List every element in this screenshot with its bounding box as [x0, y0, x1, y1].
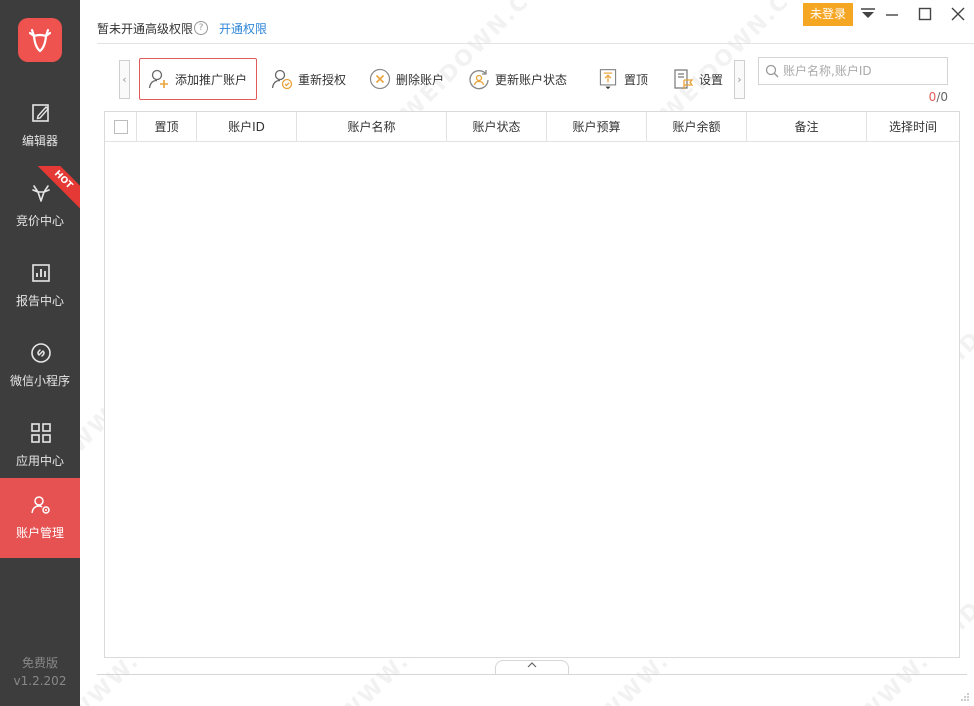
settings-button[interactable]: 设置 — [672, 58, 728, 100]
settings-label: 设置 — [699, 72, 724, 87]
pin-top-label: 置顶 — [624, 72, 649, 87]
collapse-panel-tab[interactable] — [495, 660, 569, 674]
search-icon — [765, 64, 779, 78]
bottom-divider — [97, 674, 967, 675]
menu-dropdown-button[interactable] — [856, 4, 880, 24]
chevron-up-icon — [527, 662, 537, 668]
maximize-button[interactable] — [913, 4, 937, 24]
maximize-icon — [918, 7, 932, 21]
sidebar-item-label: 应用中心 — [15, 454, 64, 468]
link-circle-icon — [31, 343, 51, 363]
login-button[interactable]: 未登录 — [803, 3, 853, 26]
column-header-account-id[interactable]: 账户ID — [197, 112, 297, 142]
toolbar-scroll-left[interactable]: ‹ — [119, 60, 130, 99]
column-header-account-name[interactable]: 账户名称 — [297, 112, 447, 142]
toolbar-scroll-right[interactable]: › — [734, 60, 745, 99]
pin-top-button[interactable]: 置顶 — [597, 58, 648, 100]
sidebar-item-reports[interactable]: 报告中心 — [0, 246, 80, 326]
accounts-table: 置顶 账户ID 账户名称 账户状态 账户预算 账户余额 备注 选择时间 — [104, 111, 960, 658]
user-gear-icon — [31, 496, 50, 514]
table-header: 置顶 账户ID 账户名称 账户状态 账户预算 账户余额 备注 选择时间 — [105, 112, 959, 142]
sidebar: 编辑器 HOT 竞价中心 报告中心 微信小程序 应用中心 账户管理 免费版 v1… — [0, 0, 80, 706]
app-logo — [18, 18, 62, 62]
reauthorize-button[interactable]: 重新授权 — [271, 58, 346, 100]
update-status-label: 更新账户状态 — [495, 72, 568, 87]
select-all-cell — [105, 112, 137, 142]
sidebar-item-label: 账户管理 — [15, 526, 64, 540]
delete-account-label: 删除账户 — [396, 72, 445, 87]
search-box — [758, 57, 948, 85]
sidebar-item-bidding[interactable]: HOT 竞价中心 — [0, 166, 80, 246]
app-window: WWW.WEIDOWN.COM WWW.WEIDOWN.COM WWW.WEID… — [0, 0, 974, 706]
total-count: /0 — [936, 90, 948, 104]
sidebar-item-label: 竞价中心 — [15, 214, 64, 228]
update-status-button[interactable]: 更新账户状态 — [468, 58, 567, 100]
refresh-user-icon — [469, 70, 489, 90]
add-user-icon — [148, 69, 168, 89]
minimize-icon — [886, 14, 898, 16]
antler-icon — [32, 185, 50, 202]
deer-logo-icon — [28, 28, 52, 53]
menu-triangle-icon — [861, 8, 875, 18]
add-account-button[interactable]: 添加推广账户 — [139, 58, 257, 100]
column-header-select-time[interactable]: 选择时间 — [867, 112, 959, 142]
select-all-checkbox[interactable] — [114, 120, 128, 134]
delete-account-button[interactable]: 删除账户 — [369, 58, 444, 100]
help-icon[interactable]: ? — [194, 21, 208, 35]
sidebar-item-label: 微信小程序 — [9, 374, 70, 388]
selection-counter: 0/0 — [900, 90, 948, 104]
sidebar-item-editor[interactable]: 编辑器 — [0, 86, 80, 166]
close-icon — [951, 7, 965, 21]
column-header-account-status[interactable]: 账户状态 — [447, 112, 547, 142]
resize-grip-icon[interactable] — [960, 692, 970, 702]
reauthorize-label: 重新授权 — [298, 72, 347, 87]
minimize-button[interactable] — [880, 4, 904, 24]
chart-icon — [32, 264, 50, 282]
pin-top-icon — [599, 69, 617, 90]
search-input[interactable] — [783, 62, 943, 80]
settings-flag-icon — [674, 69, 694, 89]
sidebar-item-miniprogram[interactable]: 微信小程序 — [0, 326, 80, 406]
sidebar-item-accounts[interactable]: 账户管理 — [0, 478, 80, 558]
edition-label: 免费版 — [21, 656, 58, 670]
user-check-icon — [271, 69, 293, 90]
column-header-account-balance[interactable]: 账户余额 — [647, 112, 747, 142]
permission-status-text: 暂未开通高级权限 — [97, 22, 194, 36]
header-divider — [97, 43, 974, 44]
edit-icon — [32, 104, 49, 122]
close-button[interactable] — [946, 4, 970, 24]
add-account-label: 添加推广账户 — [175, 72, 248, 87]
sidebar-item-apps[interactable]: 应用中心 — [0, 406, 80, 486]
sidebar-item-label: 报告中心 — [15, 294, 64, 308]
open-permission-link[interactable]: 开通权限 — [219, 20, 267, 37]
sidebar-item-label: 编辑器 — [21, 134, 58, 148]
column-header-pin[interactable]: 置顶 — [137, 112, 197, 142]
column-header-notes[interactable]: 备注 — [747, 112, 867, 142]
grid-icon — [31, 423, 51, 443]
delete-circle-icon — [369, 68, 391, 90]
version-label: v1.2.202 — [13, 674, 67, 688]
column-header-account-budget[interactable]: 账户预算 — [547, 112, 647, 142]
